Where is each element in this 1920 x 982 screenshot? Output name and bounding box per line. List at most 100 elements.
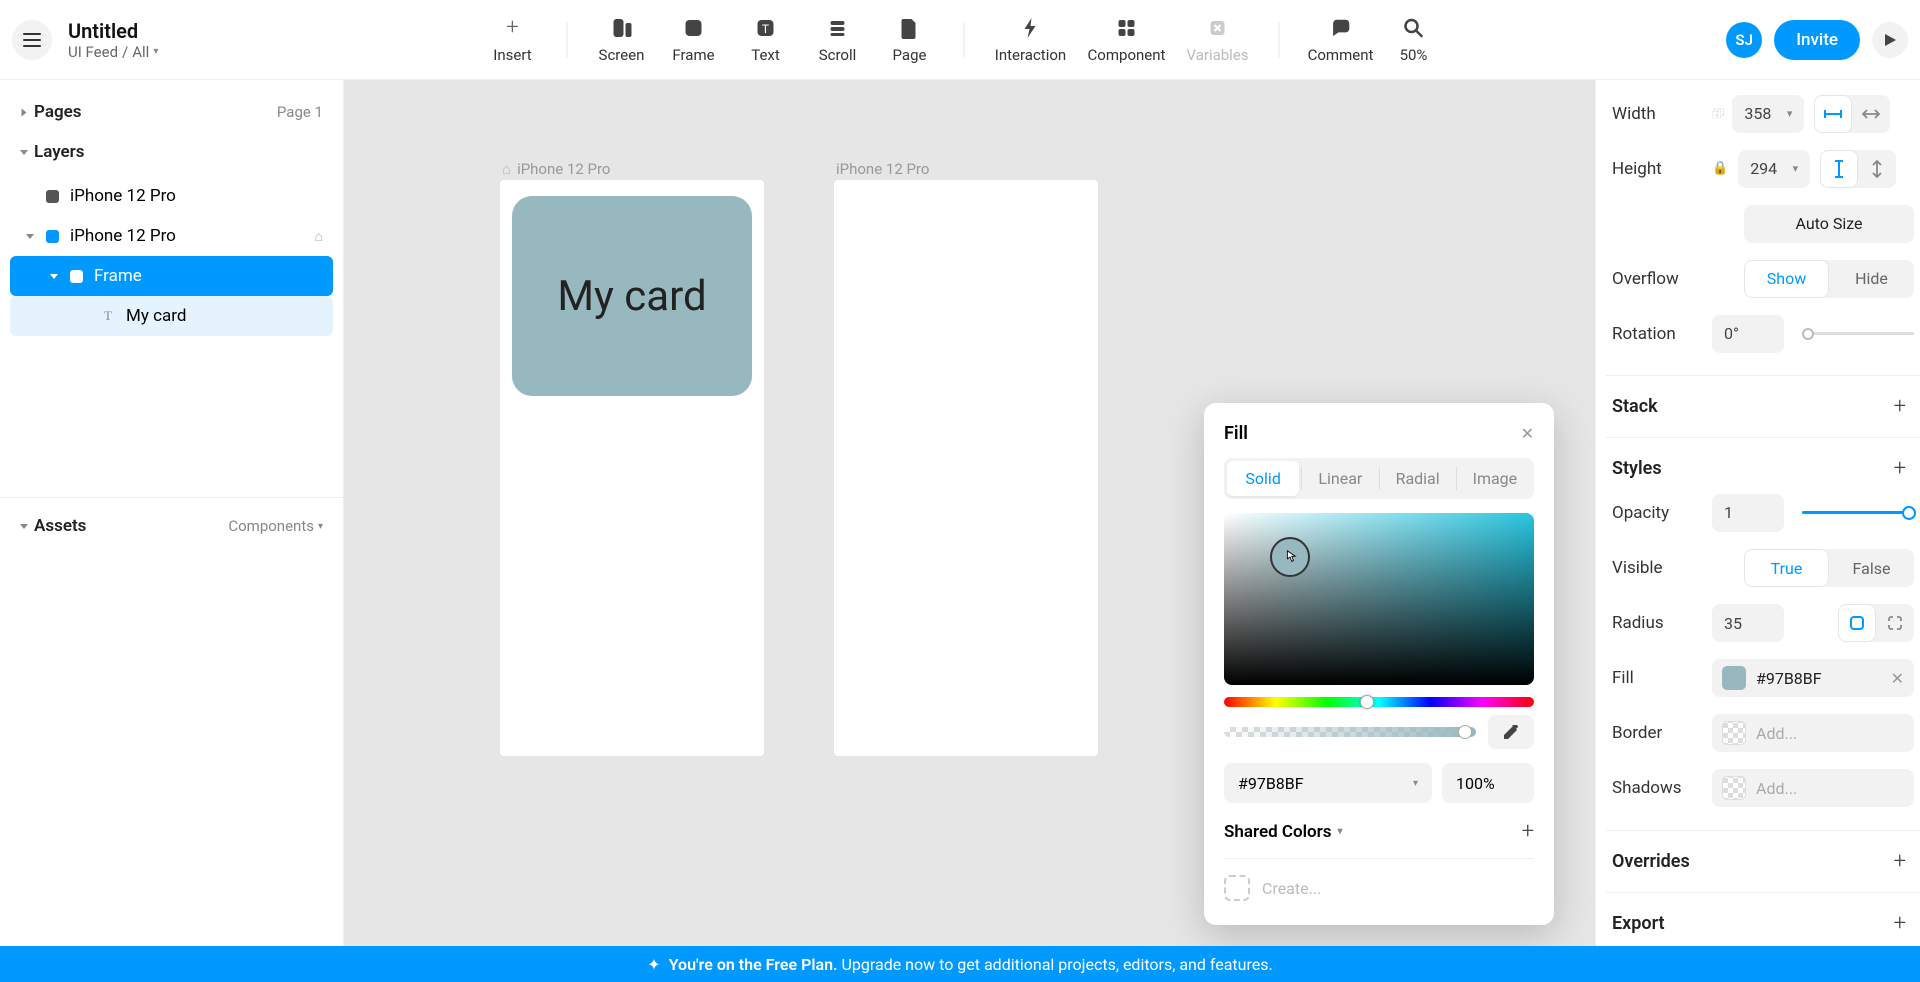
fill-width-toggle[interactable] — [1852, 95, 1890, 133]
autosize-button[interactable]: Auto Size — [1744, 205, 1914, 243]
shared-colors-header[interactable]: Shared Colors ▾ + — [1224, 819, 1534, 844]
color-cursor[interactable] — [1270, 537, 1310, 577]
add-export-button[interactable]: + — [1894, 911, 1906, 936]
upgrade-banner[interactable]: ✦ You're on the Free Plan. Upgrade now t… — [0, 946, 1920, 982]
layer-item-screen[interactable]: iPhone 12 Pro ⌂ — [10, 216, 333, 256]
card-frame[interactable]: My card — [512, 196, 752, 396]
screen-layer-icon — [46, 190, 59, 203]
radius-row: Radius 35 — [1612, 600, 1914, 647]
assets-section-header[interactable]: Assets Components ▾ — [10, 510, 333, 550]
create-shared-color[interactable]: Create... — [1224, 875, 1534, 901]
comment-tool[interactable]: Comment — [1298, 16, 1384, 64]
shadows-row: Shadows Add... — [1612, 765, 1914, 812]
stack-section[interactable]: Stack + — [1612, 394, 1914, 419]
artboard-2[interactable] — [834, 180, 1098, 756]
invite-button[interactable]: Invite — [1774, 20, 1860, 60]
rotation-input[interactable]: 0° — [1712, 315, 1784, 353]
separator — [567, 22, 568, 58]
tab-image[interactable]: Image — [1459, 461, 1531, 496]
interaction-tool[interactable]: Interaction — [983, 16, 1079, 64]
add-override-button[interactable]: + — [1894, 849, 1906, 874]
visible-false[interactable]: False — [1829, 549, 1914, 587]
opacity-input[interactable]: 1 — [1712, 494, 1784, 532]
lock-icon[interactable]: 🔒 — [1712, 161, 1728, 176]
add-style-button[interactable]: + — [1894, 456, 1906, 481]
overflow-row: Overflow Show Hide — [1612, 255, 1914, 302]
screen-tool[interactable]: Screen — [586, 16, 658, 64]
alpha-input[interactable]: 100% — [1442, 763, 1534, 803]
rotation-slider[interactable] — [1802, 332, 1914, 335]
link-icon[interactable]: ⎘ — [1710, 108, 1725, 118]
tab-solid[interactable]: Solid — [1227, 461, 1299, 496]
layers-section-header[interactable]: Layers — [10, 136, 333, 176]
current-page-label[interactable]: Page 1 — [277, 103, 323, 121]
add-shared-color-button[interactable]: + — [1522, 819, 1534, 844]
caret-icon — [20, 524, 28, 529]
document-title[interactable]: Untitled — [68, 19, 158, 43]
main-menu-button[interactable] — [12, 20, 52, 60]
hex-input[interactable]: #97B8BF ▾ — [1224, 763, 1432, 803]
caret-icon — [50, 274, 58, 279]
variables-tool[interactable]: Variables — [1175, 16, 1261, 64]
zoom-search-tool[interactable]: 50% — [1384, 16, 1444, 64]
border-input[interactable]: Add... — [1712, 714, 1914, 752]
clear-fill-button[interactable]: ✕ — [1891, 669, 1904, 688]
shadow-swatch — [1722, 776, 1746, 800]
tool-label: Frame — [672, 46, 714, 64]
artboard-1[interactable]: My card — [500, 180, 764, 756]
opacity-slider[interactable] — [1802, 511, 1914, 514]
tab-linear[interactable]: Linear — [1304, 461, 1376, 496]
component-tool[interactable]: Component — [1079, 16, 1175, 64]
radius-individual[interactable] — [1876, 604, 1914, 642]
alpha-thumb[interactable] — [1458, 725, 1472, 739]
visible-true[interactable]: True — [1744, 549, 1829, 587]
user-avatar[interactable]: SJ — [1726, 22, 1762, 58]
fill-type-tabs: Solid Linear Radial Image — [1224, 458, 1534, 499]
scroll-tool[interactable]: Scroll — [802, 16, 874, 64]
add-stack-button[interactable]: + — [1894, 394, 1906, 419]
play-button[interactable] — [1872, 22, 1908, 58]
eyedropper-button[interactable] — [1488, 715, 1534, 749]
fixed-height-toggle[interactable] — [1820, 150, 1858, 188]
screen-icon — [611, 16, 633, 40]
layer-item-screen[interactable]: iPhone 12 Pro — [10, 176, 333, 216]
insert-tool[interactable]: + Insert — [477, 16, 549, 64]
fixed-width-toggle[interactable] — [1814, 95, 1852, 133]
export-section[interactable]: Export + — [1612, 911, 1914, 936]
saturation-value-picker[interactable] — [1224, 513, 1534, 685]
close-button[interactable]: ✕ — [1521, 424, 1534, 443]
hue-slider[interactable] — [1224, 697, 1534, 707]
visible-label: Visible — [1612, 558, 1702, 578]
fill-input[interactable]: #97B8BF ✕ — [1712, 659, 1914, 697]
overrides-section[interactable]: Overrides + — [1612, 849, 1914, 874]
radius-input[interactable]: 35 — [1712, 604, 1784, 642]
artboard-label[interactable]: ⌂ iPhone 12 Pro — [502, 160, 610, 178]
width-input[interactable]: 358▾ — [1732, 95, 1804, 133]
fill-height-toggle[interactable] — [1858, 150, 1896, 188]
tab-radial[interactable]: Radial — [1382, 461, 1454, 496]
shadows-input[interactable]: Add... — [1712, 769, 1914, 807]
fill-label: Fill — [1612, 668, 1702, 688]
canvas[interactable]: ⌂ iPhone 12 Pro My card iPhone 12 Pro Fi… — [344, 80, 1595, 946]
overflow-show[interactable]: Show — [1744, 260, 1829, 298]
alpha-slider[interactable] — [1224, 727, 1476, 737]
overflow-hide[interactable]: Hide — [1829, 260, 1914, 298]
layer-item-frame[interactable]: Frame — [10, 256, 333, 296]
hue-thumb[interactable] — [1360, 695, 1374, 709]
pages-section-header[interactable]: Pages Page 1 — [10, 96, 333, 136]
height-input[interactable]: 294▾ — [1738, 150, 1810, 188]
frame-tool[interactable]: Frame — [658, 16, 730, 64]
layer-list: iPhone 12 Pro iPhone 12 Pro ⌂ Frame T My… — [10, 176, 333, 354]
layer-item-text[interactable]: T My card — [10, 296, 333, 336]
banner-text: Upgrade now to get additional projects, … — [842, 955, 1273, 974]
home-icon: ⌂ — [502, 160, 511, 178]
radius-uniform[interactable] — [1838, 604, 1876, 642]
opacity-label: Opacity — [1612, 503, 1702, 523]
text-tool[interactable]: T Text — [730, 16, 802, 64]
page-tool[interactable]: Page — [874, 16, 946, 64]
artboard-label[interactable]: iPhone 12 Pro — [836, 160, 929, 178]
visible-toggle: True False — [1744, 549, 1914, 587]
chevron-down-icon: ▾ — [1787, 107, 1793, 120]
create-label: Create... — [1262, 879, 1321, 898]
breadcrumb[interactable]: UI Feed / All ▾ — [68, 43, 158, 61]
